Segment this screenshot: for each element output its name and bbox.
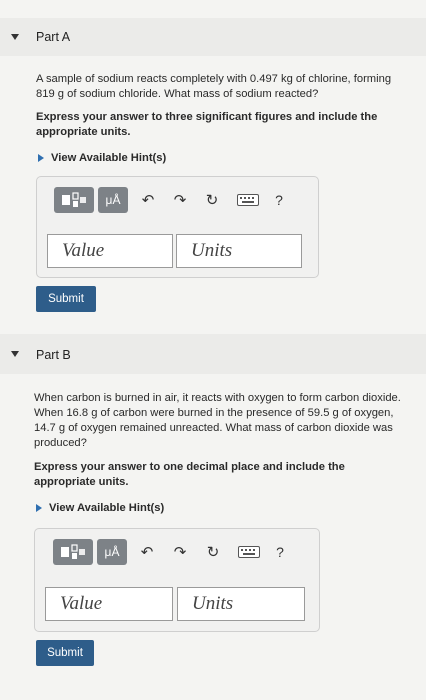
redo-icon[interactable]: ↷ [170, 187, 190, 213]
undo-icon[interactable]: ↶ [138, 187, 158, 213]
caret-down-icon [11, 351, 19, 357]
part-a-problem: A sample of sodium reacts completely wit… [36, 73, 392, 100]
units-symbol: μÅ [105, 193, 121, 207]
part-a-submit-button[interactable]: Submit [36, 286, 96, 312]
part-a-header[interactable]: Part A [0, 18, 426, 56]
part-b-instruction: Express your answer to one decimal place… [34, 461, 345, 488]
caret-right-icon [38, 154, 44, 163]
part-b-header[interactable]: Part B [0, 334, 426, 374]
undo-icon[interactable]: ↶ [137, 539, 157, 565]
units-placeholder: Units [191, 240, 233, 261]
hint-label: View Available Hint(s) [51, 152, 167, 164]
templates-icon [62, 192, 86, 207]
units-input[interactable]: Units [177, 587, 305, 621]
units-button[interactable]: μÅ [97, 539, 127, 565]
units-placeholder: Units [192, 593, 234, 614]
help-label: ? [275, 192, 283, 208]
templates-button[interactable] [53, 539, 93, 565]
value-placeholder: Value [60, 593, 103, 614]
units-button[interactable]: μÅ [98, 187, 128, 213]
submit-label: Submit [47, 647, 83, 659]
part-a-hint-toggle[interactable]: View Available Hint(s) [38, 152, 166, 164]
part-b-problem: When carbon is burned in air, it reacts … [34, 392, 401, 449]
keyboard-icon[interactable] [235, 187, 261, 213]
help-icon[interactable]: ? [270, 539, 290, 565]
caret-down-icon [11, 34, 19, 40]
reset-icon[interactable]: ↻ [203, 539, 223, 565]
part-b-hint-toggle[interactable]: View Available Hint(s) [36, 502, 164, 514]
part-b-submit-button[interactable]: Submit [36, 640, 94, 666]
hint-label: View Available Hint(s) [49, 502, 165, 514]
help-label: ? [276, 544, 284, 560]
part-a-answer-box: μÅ ↶ ↷ ↻ ? Value Units [36, 176, 319, 278]
units-symbol: μÅ [104, 545, 120, 559]
value-placeholder: Value [62, 240, 105, 261]
units-input[interactable]: Units [176, 234, 302, 268]
part-b-answer-box: μÅ ↶ ↷ ↻ ? Value Units [34, 528, 320, 632]
part-a-title: Part A [36, 30, 71, 44]
help-icon[interactable]: ? [269, 187, 289, 213]
submit-label: Submit [48, 293, 84, 305]
templates-icon [61, 544, 85, 559]
caret-right-icon [36, 504, 42, 513]
part-b-title: Part B [36, 348, 71, 362]
value-input[interactable]: Value [45, 587, 173, 621]
value-input[interactable]: Value [47, 234, 173, 268]
redo-icon[interactable]: ↷ [170, 539, 190, 565]
templates-button[interactable] [54, 187, 94, 213]
reset-icon[interactable]: ↻ [202, 187, 222, 213]
part-a-instruction: Express your answer to three significant… [36, 111, 378, 138]
keyboard-icon[interactable] [236, 539, 262, 565]
